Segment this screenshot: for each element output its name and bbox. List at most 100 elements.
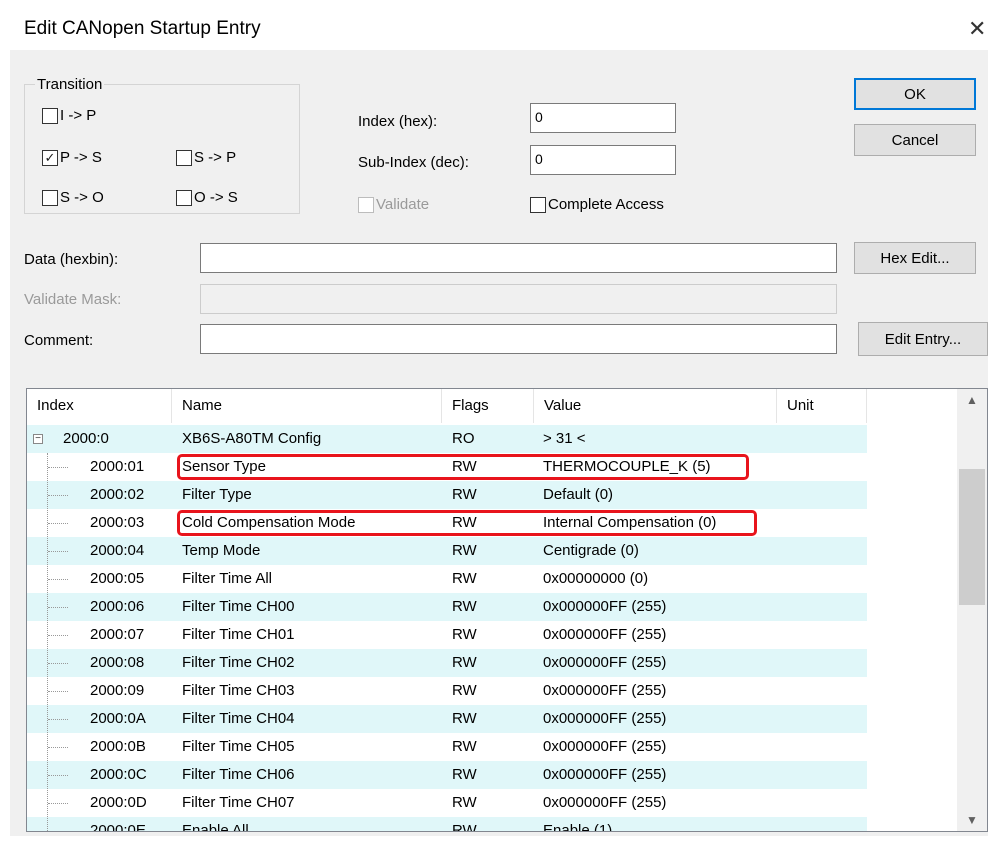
subindex-input[interactable]: 0	[530, 145, 676, 175]
table-row[interactable]: 2000:04 Temp Mode RW Centigrade (0)	[27, 537, 957, 565]
checkbox-icon[interactable]	[42, 189, 58, 206]
cell-flags: RW	[452, 598, 477, 615]
checkbox-p-to-s[interactable]: ✓ P -> S	[42, 149, 102, 166]
cell-flags: RW	[452, 766, 477, 783]
cell-value: 0x00000000 (0)	[543, 570, 649, 587]
cell-value: 0x000000FF (255)	[543, 794, 667, 811]
column-header-flags[interactable]: Flags	[442, 389, 534, 423]
row-spacer	[867, 705, 957, 733]
cell-name: Filter Time CH01	[182, 626, 295, 643]
tree-line	[47, 453, 48, 831]
checkbox-o-to-s[interactable]: O -> S	[176, 189, 238, 206]
validate-mask-input	[200, 284, 837, 314]
cell-index: 2000:0A	[90, 710, 146, 727]
window-title: Edit CANopen Startup Entry	[24, 18, 261, 39]
cell-value: Enable (1)	[543, 822, 613, 832]
table-row[interactable]: 2000:0B Filter Time CH05 RW 0x000000FF (255…	[27, 733, 957, 761]
cell-value: 0x000000FF (255)	[543, 682, 667, 699]
table-row[interactable]: 2000:0 XB6S-A80TM Config RO > 31 < −	[27, 425, 957, 453]
collapse-icon[interactable]: −	[33, 434, 43, 444]
table-row[interactable]: 2000:06 Filter Time CH00 RW 0x000000FF (255…	[27, 593, 957, 621]
checkbox-label: O -> S	[194, 189, 238, 206]
table-row[interactable]: 2000:08 Filter Time CH02 RW 0x000000FF (255…	[27, 649, 957, 677]
tree-branch	[48, 831, 68, 832]
column-header-index[interactable]: Index	[27, 389, 172, 423]
validate-label: Validate	[376, 196, 430, 213]
hex-edit-button[interactable]: Hex Edit...	[854, 242, 976, 274]
row-spacer	[867, 593, 957, 621]
table-row[interactable]: 2000:0D Filter Time CH07 RW 0x000000FF (255…	[27, 789, 957, 817]
highlight-box	[177, 510, 757, 536]
tree-branch	[48, 635, 68, 636]
cell-index: 2000:0D	[90, 794, 147, 811]
tree-branch	[48, 775, 68, 776]
column-header-value[interactable]: Value	[534, 389, 777, 423]
cell-name: Filter Time CH02	[182, 654, 295, 671]
ok-button[interactable]: OK	[854, 78, 976, 110]
tree-branch	[48, 467, 68, 468]
tree-branch	[48, 663, 68, 664]
checkbox-s-to-p[interactable]: S -> P	[176, 149, 236, 166]
cancel-button[interactable]: Cancel	[854, 124, 976, 156]
cell-value: Centigrade (0)	[543, 542, 639, 559]
row-spacer	[867, 733, 957, 761]
checkbox-i-to-p[interactable]: I -> P	[42, 107, 96, 124]
index-input[interactable]: 0	[530, 103, 676, 133]
checkmark-icon[interactable]: ✓	[42, 149, 58, 166]
cell-flags: RW	[452, 654, 477, 671]
tree-branch	[48, 579, 68, 580]
row-spacer	[867, 537, 957, 565]
tree-branch	[48, 551, 68, 552]
cell-flags: RW	[452, 542, 477, 559]
row-spacer	[867, 509, 957, 537]
tree-branch	[48, 495, 68, 496]
checkbox-icon[interactable]	[42, 107, 58, 124]
table-row[interactable]: 2000:07 Filter Time CH01 RW 0x000000FF (255…	[27, 621, 957, 649]
cell-name: Temp Mode	[182, 542, 261, 559]
cell-index: 2000:03	[90, 514, 145, 531]
checkbox-icon[interactable]	[530, 196, 546, 213]
cell-value: 0x000000FF (255)	[543, 598, 667, 615]
cell-value: 0x000000FF (255)	[543, 626, 667, 643]
cell-name: Filter Type	[182, 486, 252, 503]
cell-index: 2000:01	[90, 458, 145, 475]
cell-value: 0x000000FF (255)	[543, 738, 667, 755]
cell-name: Filter Time CH06	[182, 766, 295, 783]
row-spacer	[867, 621, 957, 649]
scroll-up-icon[interactable]: ▲	[957, 389, 987, 411]
object-table[interactable]: Index Name Flags Value Unit 2000:0 XB6S-A…	[26, 388, 988, 832]
cell-index: 2000:0B	[90, 738, 146, 755]
checkbox-icon	[358, 196, 374, 213]
tree-branch	[48, 719, 68, 720]
vertical-scrollbar[interactable]: ▲ ▼	[957, 389, 987, 831]
table-row[interactable]: 2000:05 Filter Time All RW 0x00000000 (0)	[27, 565, 957, 593]
comment-input[interactable]	[200, 324, 837, 354]
validate-checkbox: Validate	[358, 196, 429, 213]
table-row[interactable]: 2000:0A Filter Time CH04 RW 0x000000FF (255…	[27, 705, 957, 733]
checkbox-icon[interactable]	[176, 149, 192, 166]
comment-label: Comment:	[24, 332, 94, 349]
column-header-name[interactable]: Name	[172, 389, 442, 423]
complete-access-label: Complete Access	[548, 196, 664, 213]
data-input[interactable]	[200, 243, 837, 273]
cell-name: Filter Time CH07	[182, 794, 295, 811]
complete-access-checkbox[interactable]: Complete Access	[530, 196, 664, 213]
checkbox-icon[interactable]	[176, 189, 192, 206]
checkbox-label: P -> S	[60, 149, 102, 166]
table-row[interactable]: 2000:0E Enable All RW Enable (1)	[27, 817, 957, 832]
cell-name: Filter Time CH00	[182, 598, 295, 615]
scrollbar-thumb[interactable]	[959, 469, 985, 605]
checkbox-s-to-o[interactable]: S -> O	[42, 189, 104, 206]
edit-entry-button[interactable]: Edit Entry...	[858, 322, 988, 356]
table-row[interactable]: 2000:09 Filter Time CH03 RW 0x000000FF (255…	[27, 677, 957, 705]
table-row[interactable]: 2000:02 Filter Type RW Default (0)	[27, 481, 957, 509]
column-header-unit[interactable]: Unit	[777, 389, 867, 423]
scroll-down-icon[interactable]: ▼	[957, 809, 987, 831]
cell-name: XB6S-A80TM Config	[182, 430, 322, 447]
table-row[interactable]: 2000:0C Filter Time CH06 RW 0x000000FF (255…	[27, 761, 957, 789]
close-icon[interactable]: ✕	[968, 16, 986, 42]
tree-branch	[48, 607, 68, 608]
cell-flags: RW	[452, 486, 477, 503]
tree-branch	[48, 747, 68, 748]
data-label: Data (hexbin):	[24, 251, 119, 268]
